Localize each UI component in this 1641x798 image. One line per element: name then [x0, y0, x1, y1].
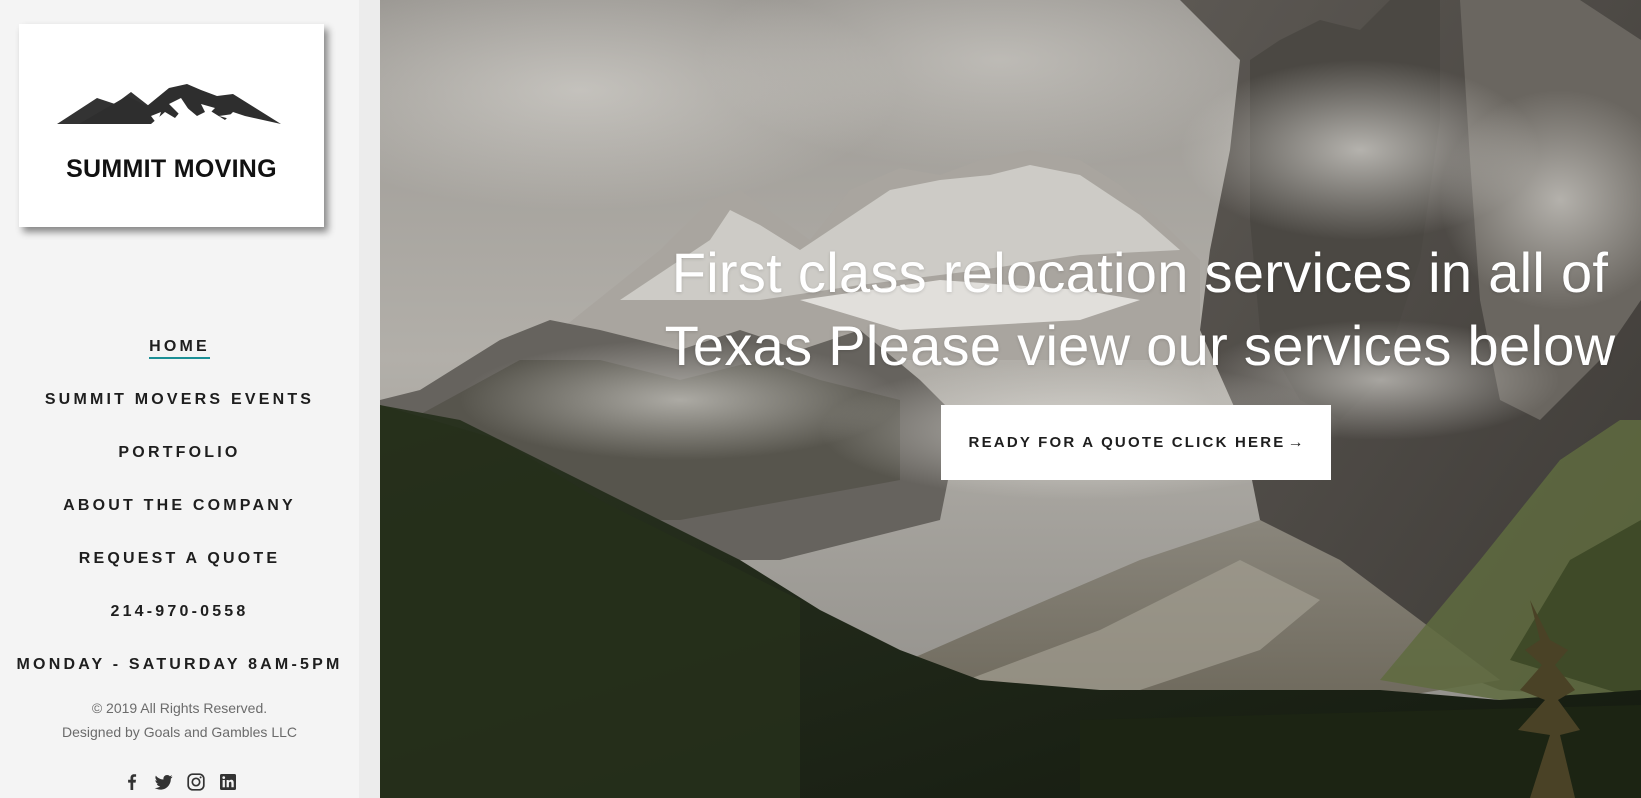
- hero-section: First class relocation services in all o…: [380, 0, 1641, 798]
- nav-item-about-the-company[interactable]: ABOUT THE COMPANY: [0, 497, 359, 517]
- page: SUMMIT MOVING HOME SUMMIT MOVERS EVENTS …: [0, 0, 1641, 798]
- nav-item-hours[interactable]: MONDAY - SATURDAY 8AM-5PM: [0, 656, 359, 676]
- nav-item-label: PORTFOLIO: [118, 444, 241, 461]
- hero-headline: First class relocation services in all o…: [640, 236, 1640, 382]
- arrow-right-icon: →: [1287, 433, 1304, 451]
- nav-item-label: SUMMIT MOVERS EVENTS: [44, 391, 315, 408]
- cta-label: READY FOR A QUOTE CLICK HERE: [968, 434, 1286, 451]
- nav-item-label: ABOUT THE COMPANY: [63, 497, 296, 514]
- social-links: [0, 772, 359, 792]
- nav-item-label: HOME: [149, 338, 210, 359]
- logo-text: SUMMIT MOVING: [66, 155, 277, 183]
- sidebar: SUMMIT MOVING HOME SUMMIT MOVERS EVENTS …: [0, 0, 359, 798]
- hero-headline-line-1: First class relocation services in all o…: [671, 241, 1609, 304]
- nav-item-home[interactable]: HOME: [0, 338, 359, 359]
- instagram-icon[interactable]: [186, 772, 206, 792]
- nav-item-request-a-quote[interactable]: REQUEST A QUOTE: [0, 550, 359, 570]
- mountain-landscape-image: [380, 0, 1641, 798]
- nav-item-summit-movers-events[interactable]: SUMMIT MOVERS EVENTS: [0, 391, 359, 411]
- logo[interactable]: SUMMIT MOVING: [19, 24, 324, 227]
- nav-item-label: REQUEST A QUOTE: [78, 550, 281, 567]
- nav-item-label: 214-970-0558: [110, 603, 249, 620]
- facebook-icon[interactable]: [122, 772, 142, 792]
- nav-item-phone[interactable]: 214-970-0558: [0, 603, 359, 623]
- hero-headline-line-2: Texas Please view our services below: [664, 314, 1616, 377]
- nav-item-label: MONDAY - SATURDAY 8AM-5PM: [16, 656, 343, 673]
- nav-item-portfolio[interactable]: PORTFOLIO: [0, 444, 359, 464]
- quote-cta-button[interactable]: READY FOR A QUOTE CLICK HERE →: [941, 405, 1331, 480]
- copyright-text: © 2019 All Rights Reserved.: [91, 700, 268, 716]
- twitter-icon[interactable]: [154, 772, 174, 792]
- sidebar-divider: [359, 0, 380, 798]
- mountain-logo-icon: [57, 84, 281, 124]
- designer-credit: Designed by Goals and Gambles LLC: [61, 724, 298, 740]
- linkedin-icon[interactable]: [218, 772, 238, 792]
